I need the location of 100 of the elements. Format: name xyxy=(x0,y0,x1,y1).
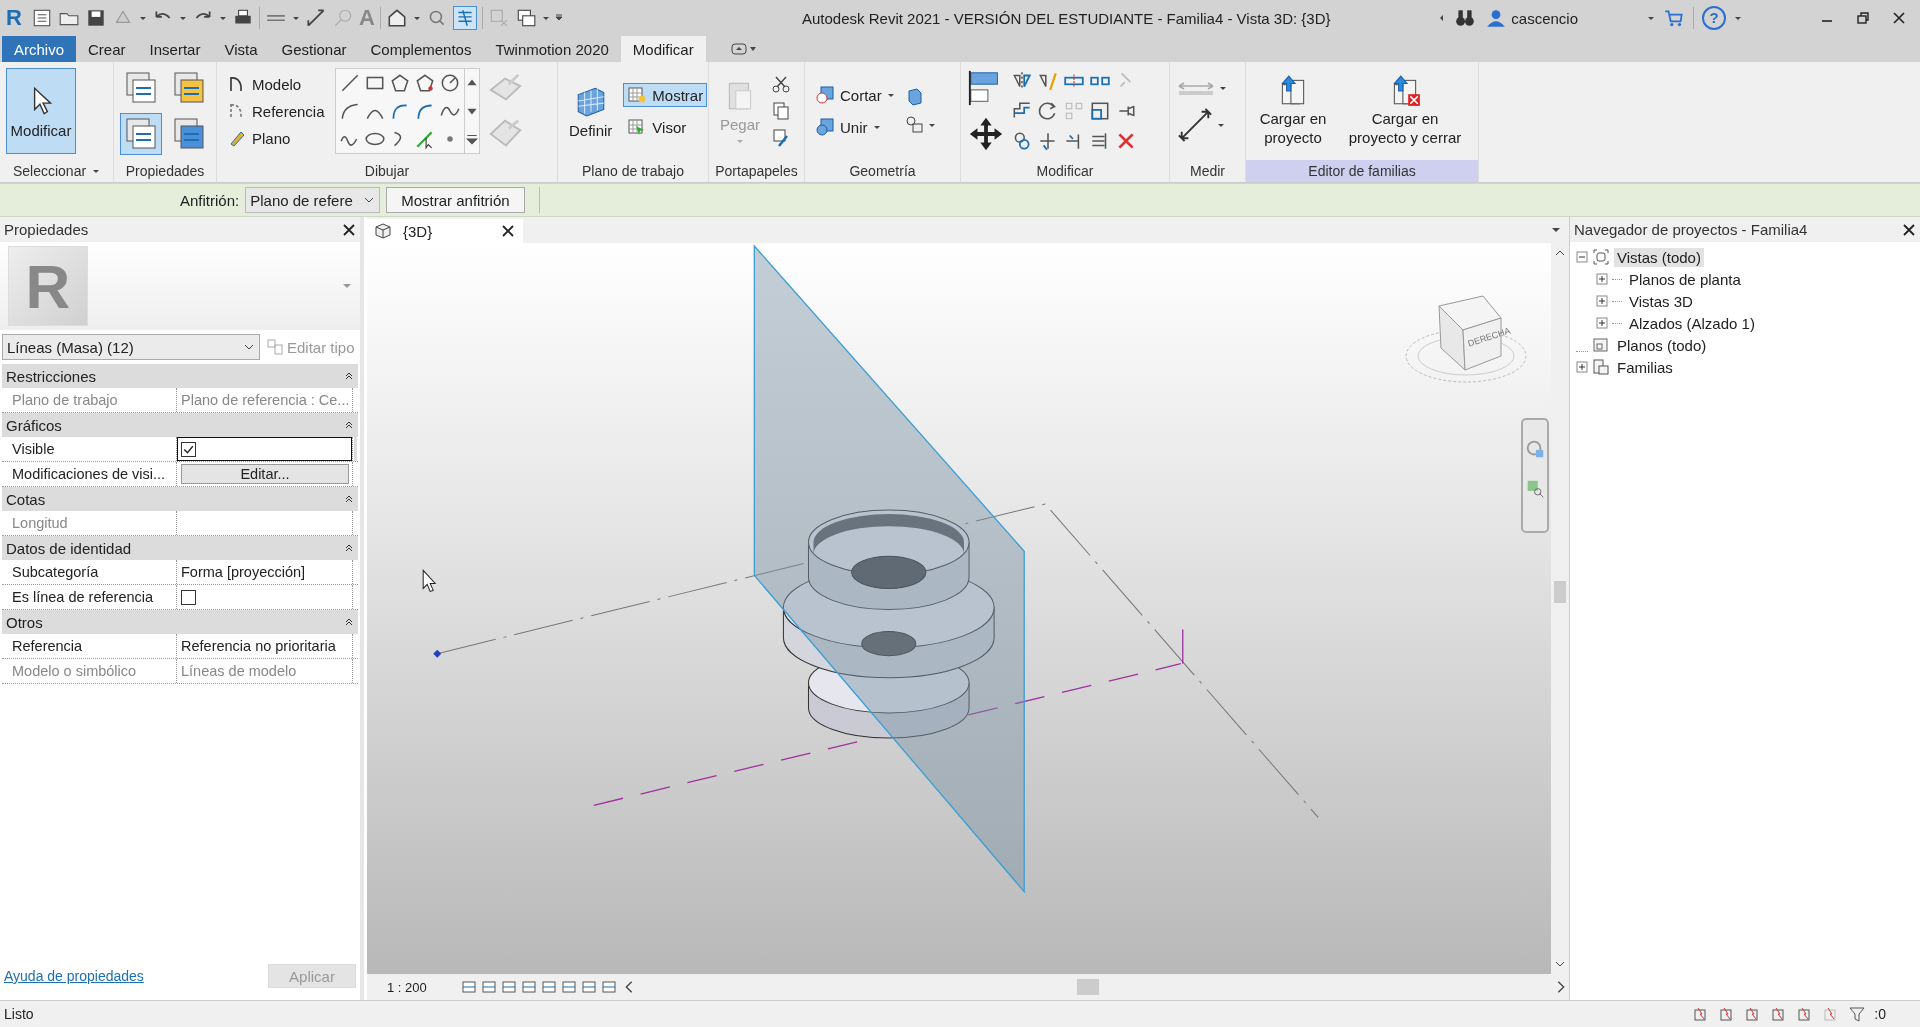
draw-mode-button[interactable]: Plano xyxy=(223,126,329,150)
caret-icon[interactable] xyxy=(219,14,227,22)
property-label: Es línea de referencia xyxy=(2,585,177,609)
group-header[interactable]: Otros xyxy=(2,610,358,634)
draw-mode-button[interactable]: Modelo xyxy=(223,72,329,96)
group-header[interactable]: Datos de identidad xyxy=(2,536,358,560)
group-header[interactable]: Cotas xyxy=(2,487,358,511)
tree-item[interactable]: Planos de planta xyxy=(1626,269,1744,289)
file-icon[interactable] xyxy=(31,7,53,29)
more-icon[interactable] xyxy=(464,132,479,146)
user-menu[interactable]: cascencio xyxy=(1484,6,1639,30)
ribbon-tab[interactable]: Archivo xyxy=(2,36,77,62)
tree-item[interactable]: Familias xyxy=(1614,357,1676,377)
value-field[interactable] xyxy=(177,437,352,461)
checkbox[interactable] xyxy=(181,441,196,457)
caret-icon[interactable] xyxy=(1217,121,1225,129)
edit-button[interactable]: Editar... xyxy=(181,464,349,484)
load-button[interactable]: Cargar en proyecto y cerrar xyxy=(1340,68,1470,154)
selection-count: :0 xyxy=(1874,1006,1886,1022)
scale-label[interactable]: 1 : 200 xyxy=(387,979,457,995)
save-icon[interactable] xyxy=(85,7,107,29)
collapse-icon[interactable] xyxy=(344,617,354,627)
group-header[interactable]: Restricciones xyxy=(2,364,358,388)
show-host-button[interactable]: Mostrar anfitrión xyxy=(386,187,525,213)
ribbon-tab[interactable]: Gestionar xyxy=(269,36,359,62)
tree-item[interactable]: Vistas (todo) xyxy=(1614,247,1704,267)
panel-title: Editor de familias xyxy=(1246,160,1478,182)
caret-icon[interactable] xyxy=(412,14,421,22)
collapse-icon[interactable] xyxy=(344,420,354,430)
restore-icon[interactable] xyxy=(1856,11,1870,25)
geometry-button[interactable]: Cortar xyxy=(811,83,899,107)
scrollbar-thumb[interactable] xyxy=(1554,580,1566,603)
draw-mode-button[interactable]: Referencia xyxy=(223,99,329,123)
group-header[interactable]: Gráficos xyxy=(2,413,358,437)
caret-icon[interactable] xyxy=(1551,226,1561,234)
expand-icon[interactable] xyxy=(1596,295,1608,307)
rotate-icon[interactable] xyxy=(1037,100,1059,122)
caret-icon[interactable] xyxy=(927,121,936,129)
ribbon-tab[interactable]: Modificar xyxy=(620,36,706,62)
mirror-icon[interactable] xyxy=(1037,70,1059,92)
scissors-icon[interactable] xyxy=(771,74,792,94)
copy-icon[interactable] xyxy=(771,101,792,121)
expand-icon[interactable] xyxy=(1596,273,1608,285)
checkbox[interactable] xyxy=(181,589,196,605)
type-icon xyxy=(267,339,283,355)
caret-icon[interactable] xyxy=(292,14,300,22)
workplane-button[interactable]: Mostrar xyxy=(623,83,708,107)
view-tab[interactable]: {3D} xyxy=(367,219,523,243)
workplane-button[interactable]: Visor xyxy=(623,115,708,139)
panel-title: Plano de trabajo xyxy=(581,162,685,181)
caret-icon[interactable] xyxy=(139,14,147,22)
pentagon-icon[interactable] xyxy=(388,72,411,94)
ribbon-toggle-icon[interactable] xyxy=(729,42,758,56)
close-icon[interactable] xyxy=(1902,222,1916,237)
modify-button[interactable]: Modificar xyxy=(6,68,76,154)
close-icon[interactable] xyxy=(342,222,356,237)
group-title: Otros xyxy=(6,613,43,631)
property-value: Referencia no prioritaria xyxy=(181,638,336,654)
close-icon[interactable] xyxy=(1892,11,1906,25)
tree-item[interactable]: Alzados (Alzado 1) xyxy=(1626,313,1758,333)
thin-lines-icon[interactable] xyxy=(452,6,477,30)
panel-title[interactable]: Seleccionar xyxy=(0,160,113,182)
caret-icon[interactable] xyxy=(541,14,550,22)
caret-icon[interactable] xyxy=(1647,14,1655,22)
collapse-icon[interactable] xyxy=(344,371,354,381)
dimension-icon[interactable] xyxy=(305,7,327,29)
ribbon-tab[interactable]: Vista xyxy=(212,36,270,62)
collapse-icon[interactable] xyxy=(344,494,354,504)
load-button[interactable]: Cargar en proyecto xyxy=(1252,68,1334,154)
expand-icon[interactable] xyxy=(1576,361,1588,373)
split-face-icon[interactable] xyxy=(904,115,925,135)
help-link[interactable]: Ayuda de propiedades xyxy=(4,968,144,984)
ribbon-tab[interactable]: Insertar xyxy=(137,36,213,62)
scale-icon[interactable] xyxy=(1089,100,1111,122)
caret-icon[interactable] xyxy=(1219,84,1227,92)
binoculars-icon[interactable] xyxy=(1454,7,1477,29)
geometry-button[interactable]: Unir xyxy=(811,115,899,139)
scrollbar-thumb[interactable] xyxy=(1076,979,1099,995)
polygon-icon[interactable] xyxy=(413,72,436,94)
filter-icon[interactable] xyxy=(1848,1005,1867,1023)
caret-icon[interactable] xyxy=(179,14,187,22)
customize-icon[interactable] xyxy=(554,14,563,22)
type-selector[interactable]: Líneas (Masa) (12) xyxy=(2,334,260,360)
app-logo[interactable]: R xyxy=(6,5,26,31)
close-icon[interactable] xyxy=(501,224,515,238)
expand-icon[interactable] xyxy=(1596,317,1608,329)
collapse-icon[interactable] xyxy=(344,543,354,553)
cut-shape-icon xyxy=(815,85,835,105)
tree-item[interactable]: Vistas 3D xyxy=(1626,291,1696,311)
measure-icon[interactable] xyxy=(1176,106,1214,144)
ribbon-tab[interactable]: Complementos xyxy=(358,36,484,62)
tree-item[interactable]: Planos (todo) xyxy=(1614,335,1710,355)
scrollbar-thumb[interactable] xyxy=(354,437,357,461)
caret-icon[interactable] xyxy=(1734,14,1742,22)
ribbon-tab[interactable]: Crear xyxy=(76,36,138,62)
dimension-line xyxy=(1182,628,1184,665)
type-properties-icon[interactable] xyxy=(120,113,162,155)
host-dropdown[interactable]: Plano de refere xyxy=(245,187,381,213)
set-button[interactable]: Definir xyxy=(564,68,618,154)
ribbon-tab[interactable]: Twinmotion 2020 xyxy=(483,36,621,62)
